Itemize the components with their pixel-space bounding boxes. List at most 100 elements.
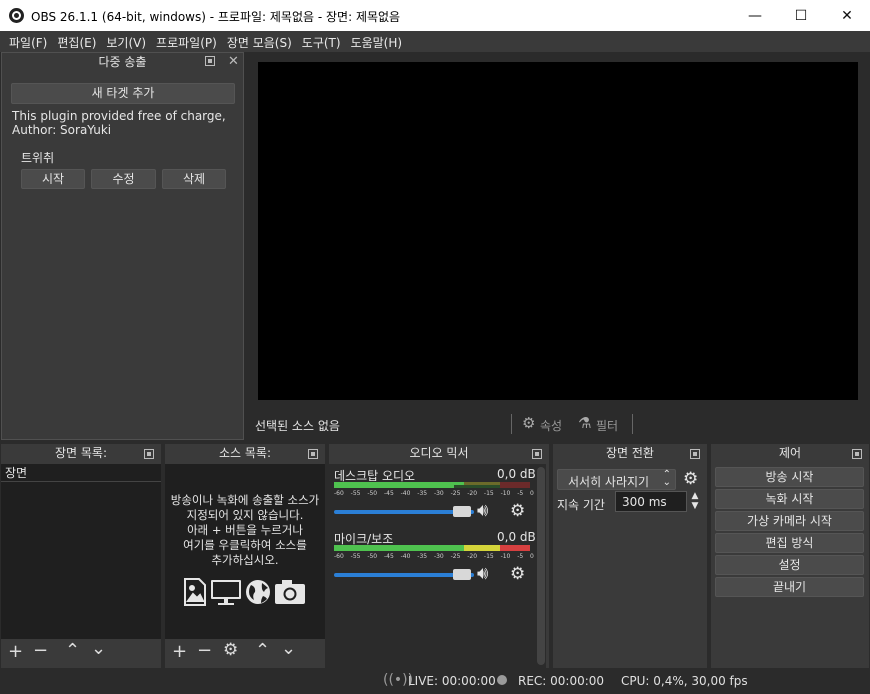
remove-icon[interactable]: − (197, 640, 212, 661)
channel-db: 0,0 dB (497, 530, 536, 544)
add-icon[interactable]: + (8, 641, 23, 662)
cpu-status: CPU: 0,4%, 30,00 fps (621, 674, 748, 688)
dock-float-icon[interactable] (852, 449, 862, 459)
chevron-down-icon[interactable]: ▼ (688, 501, 702, 511)
sources-list[interactable]: 방송이나 녹화에 송출할 소스가 지정되어 있지 않습니다. 아래 + 버튼을 … (165, 464, 325, 639)
preview-canvas[interactable] (258, 62, 858, 400)
settings-button[interactable]: 설정 (715, 555, 864, 575)
menu-view[interactable]: 보기(V) (101, 31, 151, 52)
dock-float-icon[interactable] (205, 56, 215, 66)
menu-file[interactable]: 파일(F) (4, 31, 52, 52)
plugin-info: This plugin provided free of charge, Aut… (12, 109, 226, 137)
target-name: 트위취 (21, 151, 55, 165)
gear-icon[interactable]: ⚙ (510, 564, 525, 584)
duration-input[interactable]: 300 ms (615, 491, 687, 512)
sources-title: 소스 목록: (218, 446, 272, 460)
chevron-up-icon[interactable]: ▲ (688, 491, 702, 501)
properties-button[interactable]: 속성 (540, 417, 562, 434)
dock-float-icon[interactable] (308, 449, 318, 459)
start-streaming-button[interactable]: 방송 시작 (715, 467, 864, 487)
duration-label: 지속 기간 (557, 498, 605, 512)
transition-select-value: 서서히 사라지기 (568, 475, 650, 489)
transition-select[interactable]: 서서히 사라지기 ⌃ ⌄ (557, 469, 676, 490)
menu-edit[interactable]: 편집(E) (52, 31, 101, 52)
volume-meter (334, 482, 530, 488)
empty-hint-line2: 지정되어 있지 않습니다. (186, 508, 304, 522)
duration-value: 300 ms (622, 495, 667, 509)
new-target-button[interactable]: 새 타겟 추가 (11, 83, 235, 104)
controls-dock: 제어 방송 시작 녹화 시작 가상 카메라 시작 편집 방식 설정 끝내기 (711, 444, 869, 668)
target-start-button[interactable]: 시작 (21, 169, 85, 189)
image-file-icon (184, 578, 206, 606)
studio-mode-button[interactable]: 편집 방식 (715, 533, 864, 553)
volume-slider-handle[interactable] (453, 569, 471, 580)
maximize-button[interactable]: ☐ (778, 0, 824, 31)
meter-scale: -60 -55 -50 -45 -40 -35 -30 -25 -20 -15 -10 -5 0 (334, 553, 534, 560)
empty-hint-line1: 방송이나 녹화에 송출할 소스가 (170, 493, 320, 507)
chevron-updown-icon: ⌃ ⌄ (662, 469, 671, 488)
menu-scene-collection[interactable]: 장면 모음(S) (222, 31, 297, 52)
audio-mixer-dock: 오디오 믹서 데스크탑 오디오 0,0 dB -60 -55 -50 -45 -40 -3… (329, 444, 549, 668)
move-down-icon[interactable]: ⌄ (91, 638, 106, 659)
move-down-icon[interactable]: ⌄ (281, 638, 296, 659)
channel-db: 0,0 dB (497, 467, 536, 481)
add-icon[interactable]: + (172, 641, 187, 662)
transitions-title: 장면 전환 (606, 446, 654, 460)
menu-profile[interactable]: 프로파일(P) (151, 31, 222, 52)
start-recording-button[interactable]: 녹화 시작 (715, 489, 864, 509)
scenes-list[interactable]: 장면 (1, 464, 161, 639)
filters-button[interactable]: 필터 (596, 417, 618, 434)
volume-meter (334, 545, 530, 551)
gear-icon[interactable]: ⚙ (683, 469, 698, 489)
exit-button[interactable]: 끝내기 (715, 577, 864, 597)
dock-float-icon[interactable] (690, 449, 700, 459)
duration-stepper[interactable]: ▲ ▼ (688, 491, 702, 512)
separator (511, 414, 512, 434)
scene-item[interactable]: 장면 (1, 464, 161, 482)
source-toolbar: 선택된 소스 없음 ⚙ 속성 ⚗ 필터 (248, 410, 867, 438)
gear-icon[interactable]: ⚙ (223, 640, 238, 660)
remove-icon[interactable]: − (33, 640, 48, 661)
record-dot-icon (497, 675, 507, 685)
live-status: LIVE: 00:00:00 (408, 674, 496, 688)
close-button[interactable]: ✕ (824, 0, 870, 31)
empty-hint-line4: 여기를 우클릭하여 소스를 (183, 538, 307, 552)
source-type-icons (183, 577, 313, 607)
separator (632, 414, 633, 434)
status-bar: ((•)) LIVE: 00:00:00 REC: 00:00:00 CPU: … (0, 669, 870, 694)
plugin-info-line2: Author: SoraYuki (12, 123, 112, 137)
meter-scale: -60 -55 -50 -45 -40 -35 -30 -25 -20 -15 -10 -5 0 (334, 490, 534, 497)
gear-icon[interactable]: ⚙ (510, 501, 525, 521)
target-edit-button[interactable]: 수정 (91, 169, 156, 189)
multistream-dock: 다중 송출 ✕ 새 타겟 추가 This plugin provided fre… (1, 52, 244, 440)
speaker-icon[interactable]: 🔊︎ (477, 500, 488, 521)
scenes-dock: 장면 목록: 장면 + − ⌃ ⌄ (1, 444, 161, 668)
transitions-dock: 장면 전환 서서히 사라지기 ⌃ ⌄ ⚙ 지속 기간 300 ms ▲ ▼ (553, 444, 707, 668)
sources-dock: 소스 목록: 방송이나 녹화에 송출할 소스가 지정되어 있지 않습니다. 아래… (165, 444, 325, 668)
no-source-label: 선택된 소스 없음 (255, 419, 340, 433)
scenes-title: 장면 목록: (54, 446, 108, 460)
camera-icon (275, 580, 305, 604)
target-delete-button[interactable]: 삭제 (162, 169, 226, 189)
dock-float-icon[interactable] (532, 449, 542, 459)
empty-hint-line5: 추가하십시오. (211, 553, 279, 567)
plugin-info-line1: This plugin provided free of charge, (12, 109, 226, 123)
empty-hint-line3: 아래 + 버튼을 누르거나 (187, 523, 303, 537)
start-virtual-camera-button[interactable]: 가상 카메라 시작 (715, 511, 864, 531)
filter-icon: ⚗ (578, 414, 592, 432)
move-up-icon[interactable]: ⌃ (255, 640, 270, 661)
window-title: OBS 26.1.1 (64-bit, windows) - 프로파일: 제목없… (31, 10, 401, 24)
speaker-icon[interactable]: 🔊︎ (477, 563, 488, 584)
dock-close-icon[interactable]: ✕ (228, 54, 239, 69)
menu-tools[interactable]: 도구(T) (297, 31, 346, 52)
globe-icon (246, 580, 270, 604)
obs-logo-icon (9, 8, 24, 23)
mixer-title: 오디오 믹서 (409, 446, 469, 460)
dock-float-icon[interactable] (144, 449, 154, 459)
move-up-icon[interactable]: ⌃ (65, 640, 80, 661)
minimize-button[interactable]: — (732, 0, 778, 31)
menu-help[interactable]: 도움말(H) (346, 31, 408, 52)
volume-slider-handle[interactable] (453, 506, 471, 517)
mixer-scrollbar[interactable] (537, 467, 545, 665)
gear-icon: ⚙ (522, 414, 536, 432)
